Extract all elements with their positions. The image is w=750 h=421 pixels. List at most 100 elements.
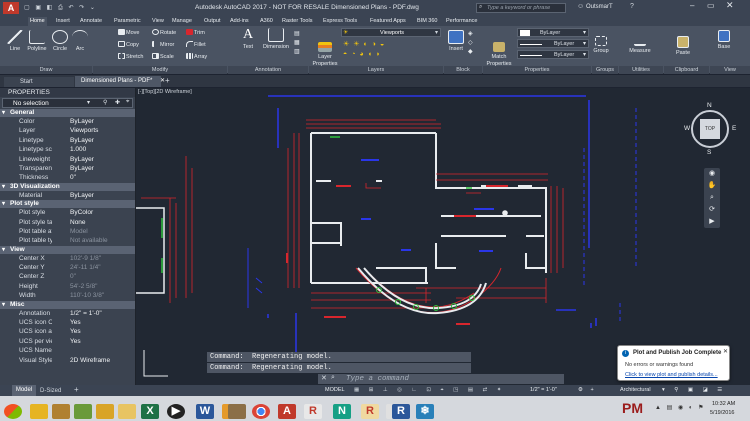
polyline-button[interactable]: Polyline [25,30,49,53]
paste-button[interactable]: Paste [671,36,695,57]
property-row[interactable]: Visual Style 2D Wireframe [0,356,135,365]
property-row[interactable]: UCS per viewportYes [0,337,135,346]
property-row[interactable]: UCS icon at originYes [0,327,135,336]
view-panel-label[interactable]: View [710,66,750,74]
mirror-button[interactable]: Mirror [152,41,174,49]
property-value[interactable]: 24'-11 1/4" [52,263,135,272]
scale-button[interactable]: Scale [152,53,174,61]
app-logo[interactable]: A [3,2,19,14]
ribbon-tab-performance[interactable]: Performance [444,17,480,26]
property-row[interactable]: Width 110'-10 3/8" [0,291,135,300]
close-button[interactable]: ✕ [726,0,734,11]
file-tab-current[interactable]: Dimensioned Plans - PDF* ✕ [75,76,165,87]
app-icon-1[interactable] [52,404,70,419]
property-row[interactable]: Layer Viewports [0,126,135,135]
rotate-button[interactable]: Rotate [152,29,176,37]
gimp-icon[interactable] [228,404,246,419]
status-tools[interactable]: ⚙ + [578,386,597,395]
annotation-scale[interactable]: 1/2" = 1'-0" [530,386,557,395]
draw-panel-label[interactable]: Draw [0,66,92,74]
recap-icon[interactable]: R [361,404,379,419]
section-view[interactable]: View [0,245,135,254]
add-layout-button[interactable]: + [74,385,79,394]
ribbon-tab-view[interactable]: View [150,17,166,26]
clock-time[interactable]: 10:32 AM [712,401,735,407]
compass-south[interactable]: S [707,149,711,156]
ribbon-tab-add-ins[interactable]: Add-ins [228,17,251,26]
property-row[interactable]: Annotation scale1/2" = 1'-0" [0,309,135,318]
property-value[interactable]: 2D Wireframe [52,356,135,365]
ribbon-tab-express-tools[interactable]: Express Tools [321,17,359,26]
section-misc[interactable]: Misc [0,300,135,309]
property-row[interactable]: Material ByLayer [0,191,135,200]
search-box[interactable]: ⌕ Type a keyword or phrase [476,3,566,13]
dimension-button[interactable]: Dimension [260,28,292,51]
property-row[interactable]: Lineweight ByLayer [0,155,135,164]
zoom-icon[interactable]: ⌕ [704,192,720,204]
property-value[interactable]: Model [52,227,135,236]
match-properties-button[interactable]: Match Properties [485,42,513,68]
groups-panel-label[interactable]: Groups [592,66,618,74]
arc-button[interactable]: Arc [71,30,89,53]
revit-r-icon[interactable]: R [304,404,322,419]
property-value[interactable]: ByLayer [52,191,135,200]
model-space-toggle[interactable]: MODEL [325,386,345,395]
quick-select-icon[interactable]: ⚲ [103,99,107,106]
orbit-icon[interactable]: ⟳ [704,204,720,216]
minimize-button[interactable]: – [690,1,694,10]
media-player-icon[interactable]: ▶ [167,404,185,419]
property-row[interactable]: Plot table attach...Model [0,227,135,236]
user-name[interactable]: OutsmarT [586,4,613,10]
navisworks-icon[interactable]: N [333,404,351,419]
pan-icon[interactable]: ✋ [704,180,720,192]
close-icon[interactable]: ✕ [723,348,728,355]
revit-r2-icon[interactable]: R [392,404,410,419]
property-value[interactable]: 102'-9 1/8" [52,254,135,263]
line-button[interactable]: Line [6,30,24,53]
array-button[interactable]: Array [186,53,207,61]
annotation-tools[interactable]: ▤ ▦ ▥ [294,30,306,60]
compass-east[interactable]: E [732,125,736,132]
ribbon-tab-parametric[interactable]: Parametric [112,17,143,26]
layer-properties-button[interactable]: Layer Properties [312,42,338,68]
viewcube-top-face[interactable]: TOP [700,119,720,139]
app-icon-3[interactable]: ❄ [416,404,434,419]
quick-access-toolbar[interactable]: ▢ ▣ ◧ ⎙ ↶ ↷ ⌄ [24,4,114,12]
text-button[interactable]: A Text [237,28,259,51]
layout-tab-d-sized[interactable]: D-Sized [40,386,61,396]
property-value[interactable]: ByLayer [52,155,135,164]
section-3d-visualization[interactable]: 3D Visualization [0,182,135,191]
drafting-toggles[interactable]: ▦ ⊞ ⊥ ◎ ∟ ⊡ ⌖ ◳ ▤ ⇄ ✦ [354,386,505,395]
group-button[interactable]: Group [591,36,611,55]
ribbon-tab-bim-360[interactable]: BIM 360 [415,17,439,26]
property-row[interactable]: Plot table typeNot available [0,236,135,245]
viewcube[interactable]: TOP N S E W [684,102,738,160]
property-row[interactable]: TransparencyByLayer [0,164,135,173]
clock-date[interactable]: 5/19/2016 [710,410,734,416]
compass-west[interactable]: W [684,125,690,132]
layer-dropdown[interactable]: ☀ Viewports ▾ [341,28,441,37]
ribbon-tab-featured-apps[interactable]: Featured Apps [368,17,408,26]
clipboard-panel-label[interactable]: Clipboard [664,66,709,74]
property-value[interactable]: 110'-10 3/8" [52,291,135,300]
file-explorer-icon[interactable] [30,404,48,419]
property-row[interactable]: UCS icon OnYes [0,318,135,327]
ribbon-tab-manage[interactable]: Manage [170,17,194,26]
layers-panel-label[interactable]: Layers [309,66,443,74]
ribbon-tab-annotate[interactable]: Annotate [78,17,104,26]
pickadd-icon[interactable]: ⌖ [126,99,129,106]
trim-button[interactable]: Trim [186,29,205,37]
property-row[interactable]: Center Y 24'-11 1/4" [0,263,135,272]
maximize-button[interactable]: ▭ [707,1,715,10]
ribbon-tab-output[interactable]: Output [202,17,223,26]
showmotion-icon[interactable]: ▶ [704,216,720,228]
property-row[interactable]: Height 54'-2 5/8" [0,282,135,291]
drawing-canvas[interactable]: [-][Top][2D Wireframe] TOP N S E W ◉ ✋ ⌕… [136,88,750,385]
modify-panel-label[interactable]: Modify [93,66,227,74]
selection-dropdown[interactable]: No selection ▾ ⚲ ✚ ⌖ [2,98,133,108]
layout-tab-model[interactable]: Model [12,385,36,396]
property-value[interactable]: 1.000 [52,145,135,154]
status-right-tools[interactable]: ▾ ⚲ ▣ ◪ ☰ [662,386,726,395]
property-value[interactable]: None [52,218,135,227]
navigation-bar[interactable]: ◉ ✋ ⌕ ⟳ ▶ [704,168,720,228]
